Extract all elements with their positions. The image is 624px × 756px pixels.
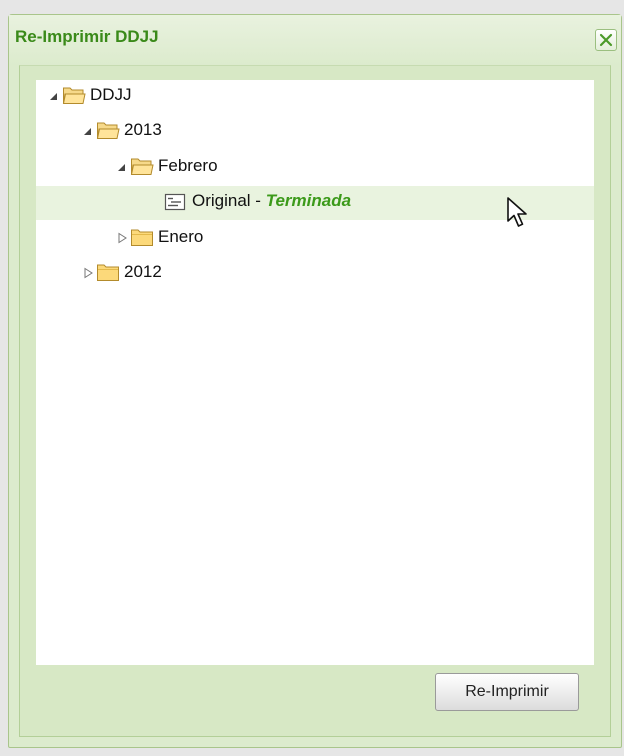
tree-node-label: DDJJ — [90, 85, 132, 104]
expanded-arrow-icon[interactable] — [116, 161, 128, 173]
collapsed-arrow-icon[interactable] — [82, 267, 94, 279]
folder-open-icon — [130, 158, 154, 175]
folder-icon — [131, 229, 153, 246]
reprint-button[interactable]: Re-Imprimir — [435, 673, 579, 711]
ddjj-tree: DDJJ 2013 Febrero Original - Terminada E… — [36, 80, 594, 665]
close-icon — [599, 33, 613, 47]
tree-node-2013[interactable]: 2013 — [36, 115, 594, 149]
tree-node-2012[interactable]: 2012 — [36, 257, 594, 291]
tree-node-label: Original - Terminada — [192, 190, 351, 212]
original-label: Original - — [192, 191, 266, 210]
tree-node-label: 2013 — [124, 120, 162, 139]
dialog-body: DDJJ 2013 Febrero Original - Terminada E… — [19, 65, 611, 737]
folder-icon — [97, 264, 119, 281]
tree-node-label: Enero — [158, 227, 204, 246]
dialog-title: Re-Imprimir DDJJ — [15, 27, 159, 46]
expanded-arrow-icon[interactable] — [82, 125, 94, 137]
reprint-dialog: Re-Imprimir DDJJ DDJJ 2013 Febrero Origi… — [8, 14, 622, 748]
tree-node-label: Febrero — [158, 156, 218, 175]
folder-open-icon — [62, 87, 86, 104]
collapsed-arrow-icon[interactable] — [116, 232, 128, 244]
tree-node-ddjj[interactable]: DDJJ — [36, 80, 594, 114]
expanded-arrow-icon[interactable] — [48, 90, 60, 102]
document-list-icon — [164, 193, 186, 211]
tree-node-label: 2012 — [124, 262, 162, 281]
mouse-pointer-icon — [507, 197, 527, 227]
folder-open-icon — [96, 122, 120, 139]
tree-node-febrero[interactable]: Febrero — [36, 151, 594, 185]
close-button[interactable] — [595, 29, 617, 51]
dialog-titlebar[interactable]: Re-Imprimir DDJJ — [9, 15, 621, 65]
status-terminada: Terminada — [265, 191, 352, 210]
